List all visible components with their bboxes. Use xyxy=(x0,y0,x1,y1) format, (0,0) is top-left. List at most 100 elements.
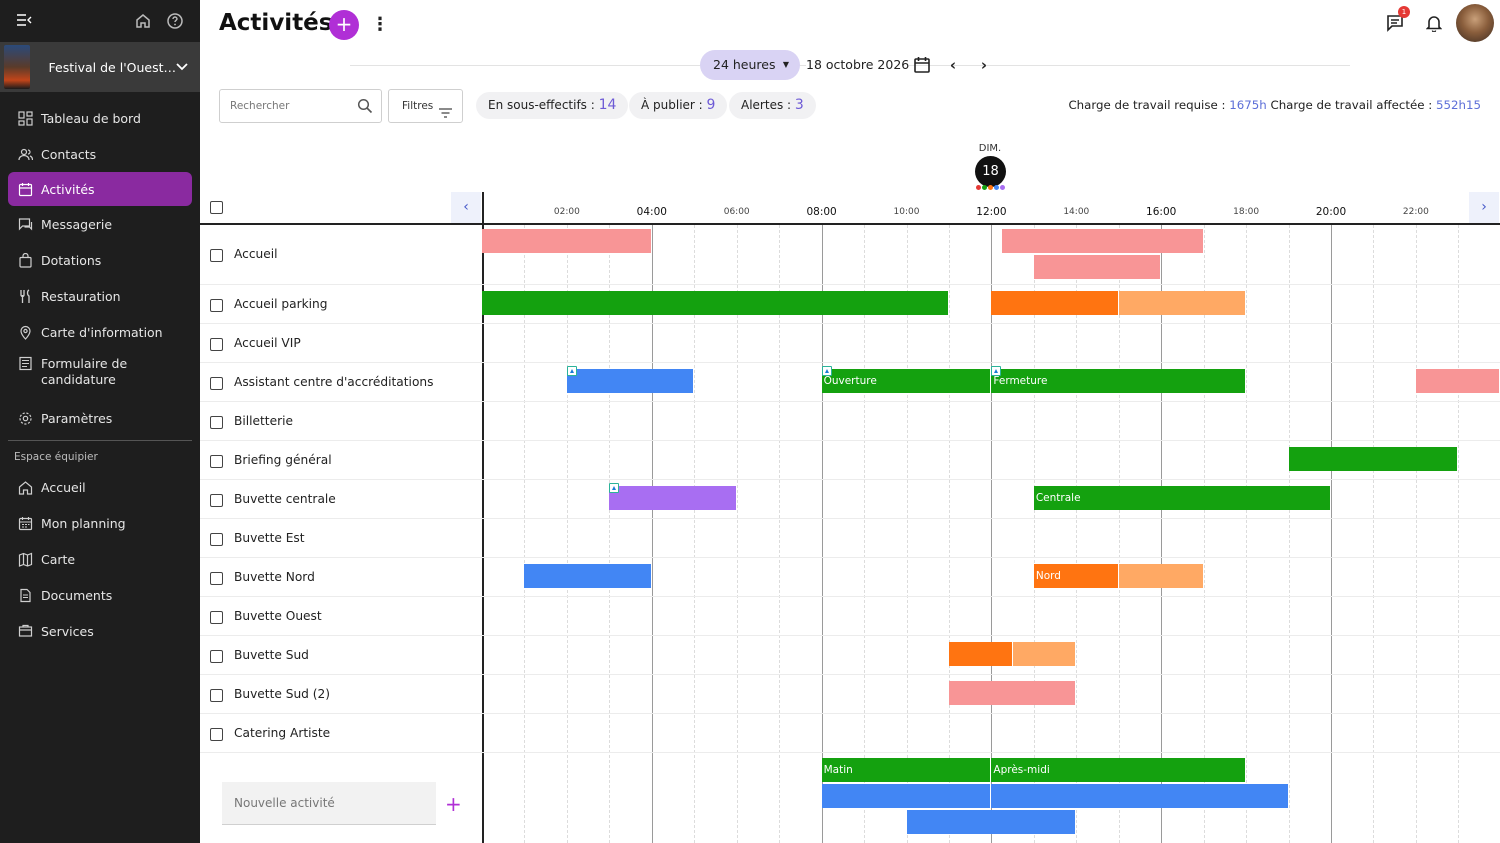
sidebar-item-application-form[interactable]: Formulaire de candidature xyxy=(0,350,200,400)
new-activity-input[interactable] xyxy=(222,782,436,824)
shift-bar[interactable] xyxy=(821,784,991,808)
previous-day-icon[interactable]: ‹ xyxy=(945,56,961,74)
scroll-left-icon[interactable]: ‹ xyxy=(451,192,481,223)
shift-bar[interactable] xyxy=(609,486,736,510)
next-day-icon[interactable]: › xyxy=(976,56,992,74)
sidebar-item-settings[interactable]: Paramètres xyxy=(0,400,200,436)
search-input[interactable] xyxy=(220,90,350,122)
to-publish-chip[interactable]: À publier : 9 xyxy=(629,92,728,119)
row-checkbox[interactable] xyxy=(210,377,223,390)
sidebar-item-team-home[interactable]: Accueil xyxy=(0,469,200,505)
shift-bar[interactable]: Après-midi xyxy=(991,758,1246,782)
row-checkbox[interactable] xyxy=(210,494,223,507)
add-activity-button[interactable]: + xyxy=(329,10,359,40)
sidebar-item-contacts[interactable]: Contacts xyxy=(0,136,200,172)
activity-name[interactable]: Accueil parking xyxy=(234,297,328,311)
sidebar-item-allocations[interactable]: Dotations xyxy=(0,242,200,278)
row-checkbox[interactable] xyxy=(210,338,223,351)
activity-row[interactable]: Accueil VIP xyxy=(200,324,1500,363)
row-checkbox[interactable] xyxy=(210,416,223,429)
activity-row[interactable]: Buvette Sud (2) xyxy=(200,675,1500,714)
add-new-activity-button[interactable]: + xyxy=(445,792,462,816)
shift-bar[interactable] xyxy=(1033,255,1161,279)
row-checkbox[interactable] xyxy=(210,689,223,702)
user-avatar[interactable] xyxy=(1456,4,1494,42)
activity-row[interactable]: Catering Artiste xyxy=(200,714,1500,753)
search-icon[interactable] xyxy=(357,98,373,114)
filters-button[interactable]: Filtres xyxy=(388,89,463,123)
row-checkbox[interactable] xyxy=(210,572,223,585)
shift-bar[interactable] xyxy=(1288,447,1458,471)
activity-name[interactable]: Buvette Ouest xyxy=(234,609,322,623)
sidebar-item-info-map[interactable]: Carte d'information xyxy=(0,314,200,350)
activity-name[interactable]: Buvette centrale xyxy=(234,492,336,506)
shift-bar[interactable]: Centrale xyxy=(1033,486,1330,510)
more-options-icon[interactable]: ⋮ xyxy=(371,14,389,35)
activity-name[interactable]: Accueil VIP xyxy=(234,336,301,350)
shift-bar[interactable] xyxy=(1012,642,1076,666)
row-checkbox[interactable] xyxy=(210,299,223,312)
sidebar-item-documents[interactable]: Documents xyxy=(0,577,200,613)
activity-name[interactable]: Buvette Sud xyxy=(234,648,309,662)
calendar-picker-icon[interactable] xyxy=(913,56,931,74)
sidebar-item-services[interactable]: Services xyxy=(0,613,200,649)
sidebar-item-catering[interactable]: Restauration xyxy=(0,278,200,314)
alerts-chip[interactable]: Alertes : 3 xyxy=(729,92,816,119)
activity-name[interactable]: Billetterie xyxy=(234,414,293,428)
row-checkbox[interactable] xyxy=(210,455,223,468)
shift-bar[interactable] xyxy=(1002,229,1203,253)
shift-bar[interactable] xyxy=(1415,369,1499,393)
publish-icon[interactable] xyxy=(566,366,577,376)
shift-bar[interactable] xyxy=(948,642,1012,666)
activity-name[interactable]: Assistant centre d'accréditations xyxy=(234,375,433,389)
understaffed-chip[interactable]: En sous-effectifs : 14 xyxy=(476,92,629,119)
activity-row[interactable]: Buvette Ouest xyxy=(200,597,1500,636)
shift-bar[interactable] xyxy=(1118,564,1203,588)
messages-icon[interactable]: 1 xyxy=(1386,6,1410,32)
shift-bar[interactable] xyxy=(991,291,1118,315)
activity-row[interactable]: Buvette Nord xyxy=(200,558,1500,597)
activity-name[interactable]: Catering Artiste xyxy=(234,726,330,740)
activity-name[interactable]: Buvette Est xyxy=(234,531,305,545)
activity-row[interactable]: Buvette Est xyxy=(200,519,1500,558)
row-checkbox[interactable] xyxy=(210,728,223,741)
help-icon[interactable] xyxy=(166,12,184,30)
scroll-right-icon[interactable]: › xyxy=(1469,192,1499,223)
shift-bar[interactable]: Nord xyxy=(1033,564,1118,588)
sidebar-item-activities[interactable]: Activités xyxy=(8,172,192,206)
activity-row[interactable]: Billetterie xyxy=(200,402,1500,441)
shift-bar[interactable]: Ouverture xyxy=(821,369,991,393)
row-checkbox[interactable] xyxy=(210,650,223,663)
shift-bar[interactable] xyxy=(566,369,694,393)
bell-icon[interactable] xyxy=(1425,14,1443,33)
row-checkbox[interactable] xyxy=(210,611,223,624)
shift-bar[interactable]: Matin xyxy=(821,758,991,782)
activity-name[interactable]: Buvette Nord xyxy=(234,570,315,584)
activity-name[interactable]: Accueil xyxy=(234,247,278,261)
select-all-checkbox[interactable] xyxy=(210,201,223,214)
sidebar-item-map[interactable]: Carte xyxy=(0,541,200,577)
sidebar-item-my-planning[interactable]: Mon planning xyxy=(0,505,200,541)
shift-bar[interactable] xyxy=(1118,291,1246,315)
shift-bar[interactable]: Fermeture xyxy=(991,369,1246,393)
sidebar-item-messaging[interactable]: Messagerie xyxy=(0,206,200,242)
publish-icon[interactable] xyxy=(821,366,832,376)
collapse-sidebar-icon[interactable] xyxy=(16,12,32,31)
home-icon[interactable] xyxy=(134,12,152,30)
shift-bar[interactable] xyxy=(906,810,1076,834)
shift-bar[interactable] xyxy=(524,564,651,588)
activity-name[interactable]: Buvette Sud (2) xyxy=(234,687,330,701)
shift-bar[interactable] xyxy=(482,291,948,315)
activity-row[interactable]: Buvette Sud xyxy=(200,636,1500,675)
activity-name[interactable]: Briefing général xyxy=(234,453,332,467)
row-checkbox[interactable] xyxy=(210,249,223,262)
range-select[interactable]: 24 heures ▼ xyxy=(700,50,800,80)
row-checkbox[interactable] xyxy=(210,533,223,546)
sidebar-item-dashboard[interactable]: Tableau de bord xyxy=(0,100,200,136)
day-number[interactable]: 18 xyxy=(975,156,1006,187)
publish-icon[interactable] xyxy=(609,483,620,493)
publish-icon[interactable] xyxy=(991,366,1002,376)
shift-bar[interactable] xyxy=(482,229,651,253)
activity-row[interactable]: Accueil xyxy=(200,225,1500,285)
event-selector[interactable]: Festival de l'Ouest… xyxy=(0,42,200,92)
